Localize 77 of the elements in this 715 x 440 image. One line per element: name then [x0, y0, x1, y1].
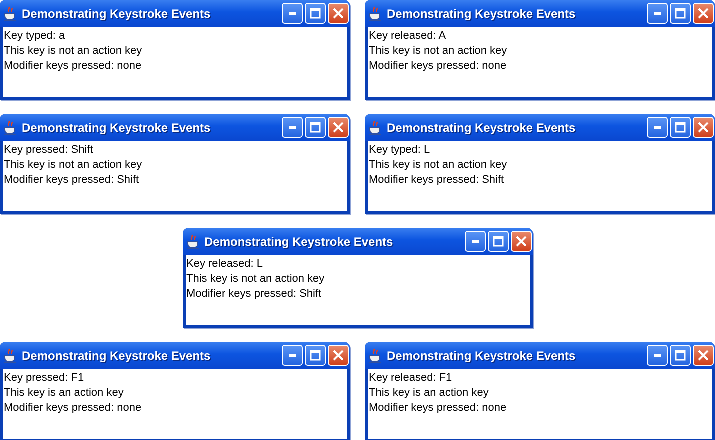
event-text: Key pressed: Shift — [4, 143, 94, 158]
event-text: This key is not an action key — [4, 158, 144, 173]
minimize-icon — [654, 12, 661, 15]
coffee-cup-icon — [369, 348, 382, 364]
maximize-button[interactable] — [670, 345, 691, 366]
minimize-button[interactable] — [464, 231, 486, 252]
coffee-cup-icon — [369, 120, 382, 136]
minimize-icon — [472, 240, 478, 243]
maximize-icon — [310, 350, 321, 361]
event-text: This key is an action key — [369, 386, 490, 401]
close-icon — [333, 350, 344, 361]
minimize-button[interactable] — [282, 345, 303, 366]
coffee-cup-icon — [4, 120, 17, 136]
minimize-button[interactable] — [282, 117, 303, 138]
coffee-cup-icon — [4, 6, 17, 22]
close-icon — [333, 8, 344, 19]
event-text: Modifier keys pressed: Shift — [369, 173, 506, 188]
event-text: Key typed: a — [4, 29, 66, 44]
maximize-icon — [675, 350, 686, 361]
maximize-icon — [310, 122, 321, 133]
window-title: Demonstrating Keystroke Events — [387, 348, 577, 362]
window-title: Demonstrating Keystroke Events — [387, 120, 577, 134]
event-text: Modifier keys pressed: none — [369, 59, 508, 74]
close-button[interactable] — [693, 3, 714, 24]
minimize-icon — [289, 354, 296, 357]
close-button[interactable] — [693, 117, 714, 138]
minimize-button[interactable] — [647, 3, 668, 24]
maximize-button[interactable] — [305, 117, 326, 138]
minimize-icon — [289, 12, 296, 15]
event-text: This key is not an action key — [369, 44, 508, 59]
event-text: Modifier keys pressed: Shift — [4, 173, 140, 188]
window-title: Demonstrating Keystroke Events — [22, 348, 212, 362]
minimize-button[interactable] — [647, 117, 668, 138]
minimize-button[interactable] — [647, 345, 668, 366]
event-text: This key is an action key — [4, 386, 125, 401]
event-text: Key typed: L — [369, 143, 432, 158]
close-button[interactable] — [510, 231, 532, 252]
maximize-icon — [492, 236, 504, 247]
close-icon — [698, 8, 709, 19]
maximize-button[interactable] — [305, 345, 326, 366]
close-icon — [698, 350, 709, 361]
event-text: Key released: F1 — [369, 371, 454, 386]
maximize-button[interactable] — [305, 3, 326, 24]
event-text: Key released: L — [186, 257, 264, 272]
close-button[interactable] — [693, 345, 714, 366]
event-text: Modifier keys pressed: none — [4, 59, 143, 74]
close-button[interactable] — [328, 3, 349, 24]
coffee-cup-icon — [186, 234, 200, 250]
maximize-icon — [675, 122, 686, 133]
maximize-icon — [675, 8, 686, 19]
minimize-icon — [654, 126, 661, 129]
window-title: Demonstrating Keystroke Events — [387, 6, 577, 20]
event-text: This key is not an action key — [4, 44, 144, 59]
event-text: Modifier keys pressed: none — [4, 401, 143, 416]
close-icon — [516, 236, 526, 247]
window-title: Demonstrating Keystroke Events — [22, 6, 212, 20]
event-text: Key pressed: F1 — [4, 371, 86, 386]
maximize-button[interactable] — [670, 3, 691, 24]
maximize-button[interactable] — [670, 117, 691, 138]
event-text: Modifier keys pressed: none — [369, 401, 508, 416]
close-icon — [698, 122, 709, 133]
close-button[interactable] — [328, 345, 349, 366]
minimize-icon — [654, 354, 661, 357]
maximize-button[interactable] — [488, 231, 508, 252]
maximize-icon — [310, 8, 321, 19]
minimize-button[interactable] — [282, 3, 303, 24]
coffee-cup-icon — [4, 348, 17, 364]
minimize-icon — [289, 126, 296, 129]
event-text: Key released: A — [369, 29, 448, 44]
event-text: Modifier keys pressed: Shift — [186, 287, 323, 302]
event-text: This key is not an action key — [186, 272, 326, 287]
window-title: Demonstrating Keystroke Events — [22, 120, 212, 134]
close-icon — [333, 122, 344, 133]
close-button[interactable] — [328, 117, 349, 138]
coffee-cup-icon — [369, 6, 382, 22]
window-title: Demonstrating Keystroke Events — [204, 234, 394, 248]
event-text: This key is not an action key — [369, 158, 508, 173]
